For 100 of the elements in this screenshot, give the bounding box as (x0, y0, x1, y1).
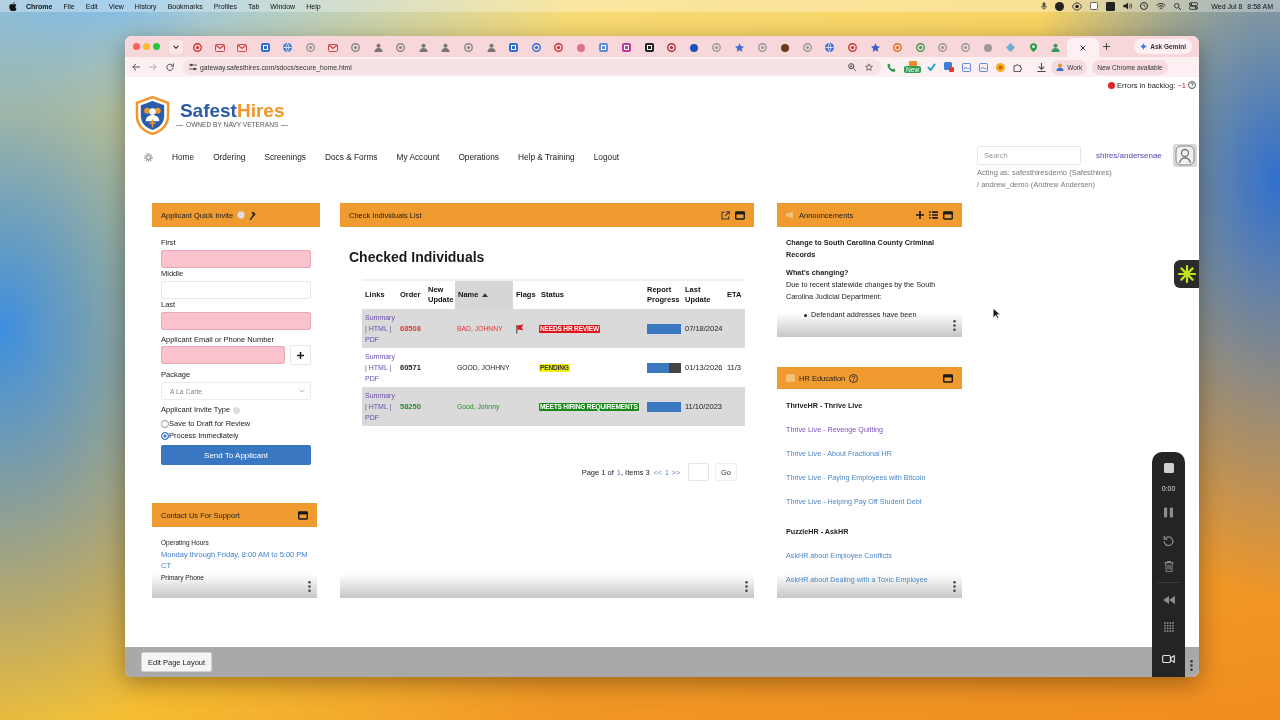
avatar-icon[interactable] (1173, 143, 1197, 167)
caret-icon (299, 389, 305, 393)
phone-icon[interactable] (887, 62, 896, 72)
window-icon[interactable] (735, 210, 745, 220)
window-icon[interactable] (298, 510, 308, 520)
user-link[interactable]: shires/andersenae (1096, 150, 1162, 160)
restart-icon[interactable] (1163, 535, 1174, 546)
window-icon[interactable] (943, 373, 953, 383)
nav-link[interactable]: Logout (593, 152, 620, 162)
stop-icon[interactable] (1163, 463, 1174, 473)
ring-icon (802, 43, 812, 52)
logo-wordmark[interactable]: SafestHires (179, 101, 285, 121)
megaphone-icon (786, 211, 795, 219)
plus-icon (1103, 43, 1111, 50)
nav-link[interactable]: Help & Training (518, 152, 575, 162)
ring-icon (712, 43, 722, 52)
nav-link[interactable]: My Account (396, 152, 440, 162)
person-icon (1051, 43, 1061, 52)
search-icon[interactable] (1174, 2, 1182, 10)
more-icon[interactable] (308, 581, 311, 592)
sort-up-icon (482, 293, 489, 297)
ring-icon (305, 43, 315, 52)
input-field[interactable] (161, 250, 311, 268)
nav-link[interactable]: Screenings (264, 152, 306, 162)
dot-icon[interactable] (1055, 1, 1065, 11)
dot-icon (690, 43, 699, 52)
square-icon (622, 43, 632, 52)
clock-icon[interactable] (1140, 2, 1149, 10)
plus-icon[interactable] (916, 211, 924, 219)
eye-icon[interactable] (1072, 1, 1083, 11)
person-icon (418, 43, 428, 52)
add-button[interactable] (290, 345, 311, 365)
ring-icon (396, 43, 406, 52)
dot-icon (780, 43, 789, 52)
star-icon[interactable] (865, 63, 873, 71)
window-close-icon[interactable] (133, 43, 140, 50)
square-icon[interactable] (1106, 1, 1116, 11)
gavel-icon[interactable] (249, 210, 259, 220)
nav-link[interactable]: Ordering (213, 152, 246, 162)
input-field[interactable] (161, 346, 285, 364)
close-icon[interactable] (1080, 44, 1087, 51)
more-icon[interactable] (1190, 660, 1193, 671)
help-icon[interactable] (1188, 81, 1196, 89)
mic-icon[interactable] (1041, 2, 1048, 10)
envelope-icon (327, 43, 338, 52)
person-icon (441, 43, 451, 52)
radio-button[interactable] (161, 420, 169, 428)
nav-link[interactable]: Operations (458, 152, 499, 162)
send-button[interactable]: Send To Applicant (161, 445, 311, 465)
speaker-icon[interactable] (1123, 2, 1133, 10)
ring-icon (915, 43, 925, 52)
ring-icon (554, 43, 564, 52)
pause-icon[interactable] (1164, 507, 1173, 518)
star-icon (870, 43, 880, 52)
bullet-icon (804, 313, 807, 317)
back-icon[interactable] (132, 63, 140, 71)
picture-icon[interactable] (962, 62, 972, 72)
dot-icon (984, 43, 993, 52)
trash-icon[interactable] (1163, 561, 1174, 572)
dot-icon[interactable] (996, 62, 1006, 72)
camera-icon[interactable] (1162, 654, 1175, 664)
more-icon[interactable] (745, 581, 748, 592)
input-field[interactable] (161, 312, 311, 330)
radio-button[interactable] (161, 432, 169, 440)
help-icon[interactable] (849, 373, 859, 383)
square-icon[interactable] (1090, 2, 1099, 10)
star-icon (735, 43, 745, 52)
tune-icon[interactable] (189, 63, 197, 71)
grid-icon[interactable] (1163, 622, 1174, 632)
zoom-icon[interactable] (848, 63, 856, 71)
envelope-icon (237, 43, 248, 52)
external-link-icon[interactable] (721, 210, 730, 220)
ring-icon (893, 43, 903, 52)
square-icon (260, 43, 270, 52)
square-icon (644, 43, 654, 52)
ring-icon (667, 43, 677, 52)
page-input[interactable] (688, 463, 709, 481)
list-icon[interactable] (929, 211, 938, 219)
picture-icon[interactable] (979, 62, 989, 72)
ring-icon (531, 43, 541, 52)
badge-icon[interactable] (944, 62, 955, 72)
person-icon (486, 43, 496, 52)
reload-icon[interactable] (166, 63, 174, 71)
more-icon[interactable] (953, 320, 956, 331)
gear-icon[interactable] (144, 152, 153, 162)
apple-icon[interactable] (9, 1, 17, 11)
check-icon[interactable] (927, 63, 937, 71)
nav-link[interactable]: Docs & Forms (324, 152, 378, 162)
toggle-icon[interactable] (1189, 2, 1199, 10)
download-icon[interactable] (1037, 62, 1047, 72)
wifi-icon[interactable] (1156, 2, 1167, 10)
tab-search-button[interactable] (169, 39, 183, 54)
puzzle-icon[interactable] (1013, 62, 1023, 72)
rewind-icon[interactable] (1162, 596, 1175, 604)
asterisk-icon[interactable] (1174, 260, 1199, 288)
nav-link[interactable]: Home (172, 152, 195, 162)
ring-icon (961, 43, 970, 52)
shield-logo-icon[interactable] (135, 95, 170, 135)
window-icon[interactable] (943, 210, 953, 220)
more-icon[interactable] (953, 581, 956, 592)
